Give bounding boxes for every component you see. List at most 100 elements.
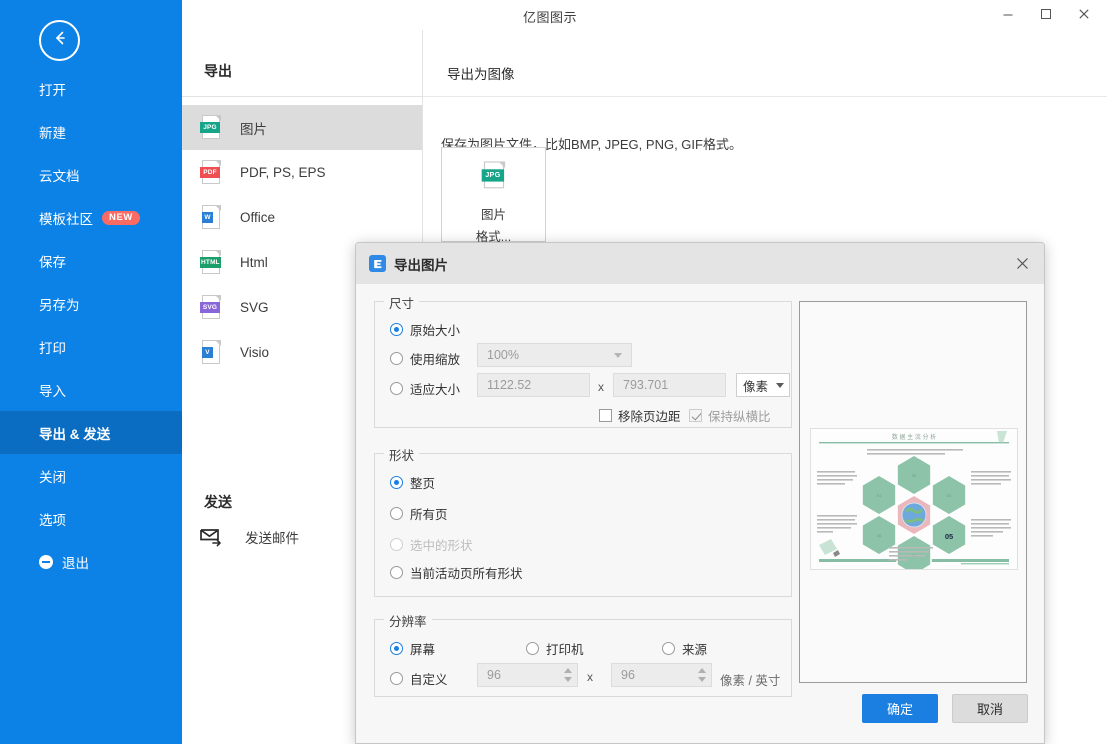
export-preview: 数 据 主 流 分 析 02 01 03 06 04 05 (799, 301, 1027, 683)
dpi-y-stepper[interactable] (693, 665, 710, 685)
resolution-x-separator: x (587, 670, 593, 684)
svg-text:02: 02 (912, 473, 917, 478)
exit-icon (39, 554, 53, 569)
sidebar-nav-list: 打开 新建 云文档 模板社区 NEW 保存 另存为 打印 导入 导出 & 发送 … (0, 67, 182, 583)
sidebar-item-label: 导入 (39, 383, 66, 399)
close-button[interactable] (1065, 0, 1103, 28)
svg-text:01: 01 (877, 493, 882, 498)
back-arrow-icon (50, 28, 70, 53)
checkbox-label: 移除页边距 (618, 410, 681, 424)
radio-label: 打印机 (546, 643, 584, 657)
dialog-titlebar: 导出图片 (356, 243, 1044, 284)
radio-custom[interactable]: 自定义 (390, 669, 448, 688)
image-format-card[interactable]: JPG 图片 格式... (441, 147, 546, 244)
sidebar-item-label: 模板社区 (39, 211, 93, 227)
radio-all-pages[interactable]: 所有页 (390, 504, 448, 523)
dialog-close-button[interactable] (1013, 254, 1031, 272)
radio-source[interactable]: 来源 (662, 639, 707, 658)
maximize-button[interactable] (1027, 0, 1065, 28)
height-input[interactable]: 793.701 (613, 373, 726, 397)
dpi-x-stepper[interactable] (559, 665, 576, 685)
radio-screen[interactable]: 屏幕 (390, 639, 435, 658)
sidebar-item-label: 新建 (39, 125, 66, 141)
checkbox-indicator (689, 409, 702, 422)
radio-label: 整页 (410, 477, 436, 491)
sidebar-item-print[interactable]: 打印 (0, 325, 182, 368)
dialog-title: 导出图片 (394, 257, 448, 273)
html-file-icon: HTML (200, 249, 222, 276)
width-input[interactable]: 1122.52 (477, 373, 590, 397)
dpi-x-input[interactable]: 96 (477, 663, 578, 687)
sidebar-item-close[interactable]: 关闭 (0, 454, 182, 497)
sidebar-item-label: 选项 (39, 512, 66, 528)
sidebar-item-label: 关闭 (39, 469, 66, 485)
radio-label: 选中的形状 (410, 539, 473, 553)
radio-original-size[interactable]: 原始大小 (390, 320, 460, 339)
application-window: 打开 新建 云文档 模板社区 NEW 保存 另存为 打印 导入 导出 & 发送 … (0, 0, 1107, 744)
export-detail-title: 导出为图像 (447, 67, 515, 82)
sidebar-item-options[interactable]: 选项 (0, 497, 182, 540)
format-item-label: PDF, PS, EPS (240, 165, 326, 180)
sidebar-item-label: 云文档 (39, 168, 80, 184)
radio-fit-size[interactable]: 适应大小 (390, 379, 460, 398)
radio-use-scale[interactable]: 使用缩放 (390, 349, 460, 368)
format-item-pdf-ps-eps[interactable]: PDF PDF, PS, EPS (182, 150, 422, 195)
preview-big-number: 05 (945, 532, 953, 541)
export-image-dialog: 导出图片 尺寸 原始大小 使用缩放 100% 适应大小 1122.52 x 79… (355, 242, 1045, 744)
edraw-logo-icon (369, 255, 386, 272)
format-item-label: 图片 (240, 121, 267, 137)
dpi-y-value: 96 (621, 668, 635, 682)
minimize-button[interactable] (989, 0, 1027, 28)
cancel-button[interactable]: 取消 (952, 694, 1028, 723)
radio-label: 自定义 (410, 673, 448, 687)
sidebar-item-save[interactable]: 保存 (0, 239, 182, 282)
radio-indicator (390, 672, 403, 685)
resolution-unit-label: 像素 / 英寸 (720, 674, 781, 688)
sidebar-item-cloud-docs[interactable]: 云文档 (0, 153, 182, 196)
sidebar-item-new[interactable]: 新建 (0, 110, 182, 153)
back-button[interactable] (39, 20, 80, 61)
checkbox-label: 保持纵横比 (708, 410, 771, 424)
ok-button[interactable]: 确定 (862, 694, 938, 723)
format-item-office[interactable]: W Office (182, 195, 422, 240)
scale-select[interactable]: 100% (477, 343, 632, 367)
cancel-button-label: 取消 (976, 702, 1003, 717)
sidebar-item-save-as[interactable]: 另存为 (0, 282, 182, 325)
radio-printer[interactable]: 打印机 (526, 639, 584, 658)
size-fieldset: 尺寸 原始大小 使用缩放 100% 适应大小 1122.52 x 793.701… (374, 293, 792, 428)
height-input-value: 793.701 (623, 378, 669, 392)
radio-indicator (390, 507, 403, 520)
window-controls (989, 0, 1103, 28)
sidebar-item-open[interactable]: 打开 (0, 67, 182, 110)
dpi-y-input[interactable]: 96 (611, 663, 712, 687)
sidebar-item-label: 导出 & 发送 (39, 426, 111, 442)
radio-label: 当前活动页所有形状 (410, 567, 523, 581)
chevron-down-icon (614, 353, 622, 358)
divider (182, 96, 422, 97)
radio-indicator (390, 352, 403, 365)
checkbox-keep-aspect-ratio[interactable]: 保持纵横比 (689, 406, 771, 425)
radio-whole-page[interactable]: 整页 (390, 473, 435, 492)
window-titlebar: 亿图图示 (182, 0, 1107, 30)
sidebar-item-template-community[interactable]: 模板社区 NEW (0, 196, 182, 239)
svg-file-icon: SVG (200, 294, 222, 321)
send-mail-label: 发送邮件 (245, 531, 299, 546)
radio-all-shapes-current-page[interactable]: 当前活动页所有形状 (390, 563, 523, 582)
minimize-icon (1003, 14, 1013, 16)
send-mail-item[interactable]: 发送邮件 (200, 527, 299, 547)
width-input-value: 1122.52 (487, 378, 532, 392)
image-format-card-line1: 图片 (480, 208, 506, 222)
checkbox-remove-page-margin[interactable]: 移除页边距 (599, 406, 681, 425)
sidebar-item-export-and-send[interactable]: 导出 & 发送 (0, 411, 182, 454)
format-item-label: Visio (240, 345, 270, 360)
stepper-down-icon (563, 677, 572, 682)
radio-label: 原始大小 (410, 324, 461, 338)
format-item-image[interactable]: JPG 图片 (182, 105, 422, 150)
send-section-title: 发送 (204, 494, 232, 510)
sidebar-item-exit[interactable]: 退出 (0, 540, 182, 583)
size-unit-select[interactable]: 像素 (736, 373, 790, 397)
format-item-label: Office (240, 210, 276, 225)
sidebar-item-import[interactable]: 导入 (0, 368, 182, 411)
radio-label: 适应大小 (410, 383, 461, 397)
radio-indicator (390, 642, 403, 655)
